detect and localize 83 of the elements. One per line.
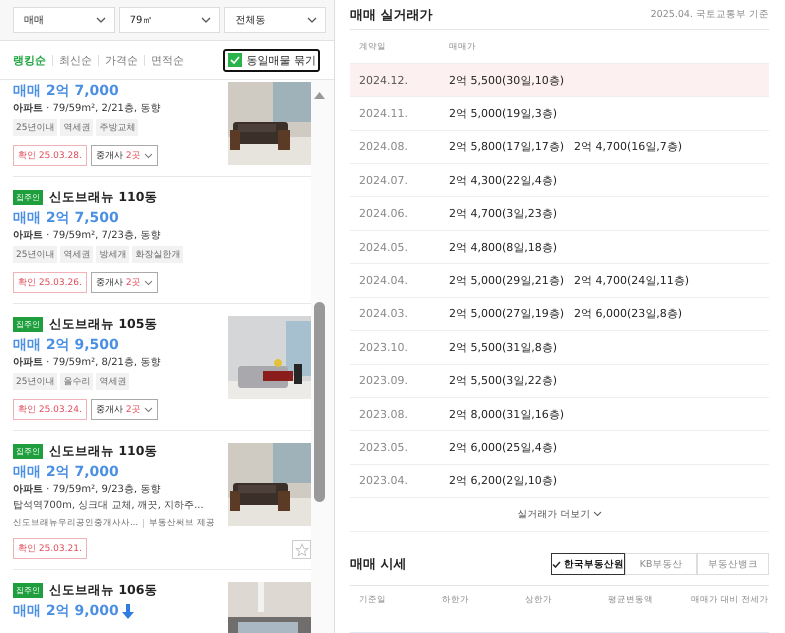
- feature-tag: 25년이내: [13, 246, 58, 263]
- source-tab[interactable]: KB부동산: [625, 553, 697, 576]
- trade-row[interactable]: 2024.11. 2억 5,000(19일,3층): [350, 96, 769, 130]
- trade-row[interactable]: 2024.06. 2억 4,700(3일,23층): [350, 196, 769, 230]
- chevron-down-icon: [592, 511, 602, 518]
- feature-tag: 방세개: [96, 246, 130, 263]
- source-tab[interactable]: 부동산뱅크: [697, 553, 769, 576]
- filter-dropdown[interactable]: 79㎡: [118, 7, 220, 33]
- confirm-date: 확인 25.03.21.: [13, 538, 87, 559]
- data-source-note: 2025.04. 국토교통부 기준: [650, 8, 769, 22]
- trade-row[interactable]: 2023.08. 2억 8,000(31일,16층): [350, 396, 769, 430]
- trade-row[interactable]: 2024.03. 2억 5,000(27일,19층) 2억 6,000(23일,8층): [350, 296, 769, 330]
- column-header: 매매가: [449, 40, 476, 53]
- feature-tag: 25년이내: [13, 119, 58, 136]
- trade-row[interactable]: 2024.08. 2억 5,800(17일,17층) 2억 4,700(16일,7층): [350, 130, 769, 164]
- owner-badge: 집주인: [13, 317, 43, 332]
- listing-title[interactable]: 신도브래뉴 106동: [49, 582, 158, 599]
- section-title: 매매 시세: [350, 556, 407, 574]
- listing-specs: 아파트 · 79/59m², 2/21층, 동향: [13, 102, 162, 115]
- broker-dropdown[interactable]: 중개사 2곳: [90, 145, 158, 166]
- chevron-down-icon: [144, 152, 153, 158]
- show-more-link[interactable]: 실거래가 더보기: [517, 508, 602, 521]
- listing-price: 매매 2억 9,000: [13, 602, 119, 621]
- trade-row[interactable]: 2024.07. 2억 4,300(22일,4층): [350, 163, 769, 196]
- trade-row[interactable]: 2024.05. 2억 4,800(8일,18층): [350, 230, 769, 264]
- listing-price: 매매 2억 7,500: [13, 209, 119, 228]
- confirm-date: 확인 25.03.28.: [13, 145, 87, 166]
- column-header: 기준일: [359, 594, 387, 607]
- feature-tag: 25년이내: [13, 373, 58, 390]
- trade-row[interactable]: 2023.10. 2억 5,500(31일,8층): [350, 330, 769, 364]
- owner-badge: 집주인: [13, 583, 43, 598]
- sort-tab[interactable]: 면적순: [151, 52, 184, 68]
- column-header: 매매가 대비 전세가: [691, 594, 769, 607]
- chevron-down-icon: [201, 17, 212, 23]
- arrow-down-icon: [122, 604, 134, 619]
- listing-specs: 아파트 · 79/59m², 7/23층, 동향: [13, 229, 162, 242]
- trade-row[interactable]: 2023.05. 2억 6,000(25일,4층): [350, 430, 769, 464]
- broker-dropdown[interactable]: 중개사 2곳: [90, 399, 158, 420]
- feature-tag: 화장실한개: [132, 246, 184, 263]
- chevron-down-icon: [144, 406, 153, 412]
- column-header: 상한가: [525, 594, 553, 607]
- chevron-down-icon: [307, 17, 318, 23]
- trade-row[interactable]: 2023.04. 2억 6,200(2일,10층): [350, 464, 769, 498]
- confirm-date: 확인 25.03.26.: [13, 272, 87, 293]
- chevron-down-icon: [96, 17, 106, 23]
- filter-dropdown[interactable]: 매매: [13, 7, 115, 33]
- column-header: 계약일: [358, 40, 387, 53]
- feature-tag: 역세권: [60, 119, 94, 136]
- owner-badge: 집주인: [13, 444, 43, 459]
- broker-dropdown[interactable]: 중개사 2곳: [90, 272, 158, 293]
- trade-row[interactable]: 2024.12. 2억 5,500(30일,10층): [350, 62, 769, 96]
- column-header: 평균변동액: [608, 594, 654, 607]
- filter-dropdown[interactable]: 전체동: [224, 7, 326, 33]
- confirm-date: 확인 25.03.24.: [13, 399, 87, 420]
- scrollbar-thumb[interactable]: [314, 302, 326, 502]
- listing-specs: 아파트 · 79/59m², 8/21층, 동향: [13, 356, 162, 369]
- listing-title[interactable]: 신도브래뉴 105동: [49, 316, 158, 333]
- feature-tag: 역세권: [60, 246, 94, 263]
- feature-tag: 올수리: [60, 373, 94, 390]
- section-title: 매매 실거래가: [350, 6, 433, 24]
- listing-title[interactable]: 신도브래뉴 110동: [49, 189, 158, 206]
- chevron-down-icon: [144, 280, 153, 286]
- trade-row[interactable]: 2023.09. 2억 5,500(3일,22층): [350, 364, 769, 397]
- listing-specs: 아파트 · 79/59m², 9/23층, 동향: [13, 483, 162, 496]
- provider-note: 부동산써브 제공: [149, 517, 215, 529]
- scroll-up-arrow-icon[interactable]: [314, 92, 326, 99]
- listing-description: 탑석역700m, 싱크대 교체, 깨끗, 지하주...: [13, 499, 205, 512]
- check-icon: [552, 560, 561, 568]
- column-header: 하한가: [442, 594, 470, 607]
- listing-title[interactable]: 신도브래뉴 110동: [49, 443, 158, 460]
- listing-price: 매매 2억 7,000: [13, 463, 119, 482]
- agency-name: 신도브래뉴우리공인중개사사...: [13, 517, 138, 529]
- checkbox[interactable]: [228, 53, 242, 67]
- source-tab[interactable]: 한국부동산원: [551, 553, 625, 576]
- owner-badge: 집주인: [13, 190, 43, 205]
- feature-tag: 역세권: [96, 373, 130, 390]
- sort-tab[interactable]: 최신순: [59, 52, 92, 68]
- listing-price: 매매 2억 9,500: [13, 336, 119, 355]
- sort-tab[interactable]: 가격순: [105, 52, 138, 68]
- group-same-toggle[interactable]: 동일매물 묶기: [222, 48, 320, 72]
- trade-row[interactable]: 2024.04. 2억 5,000(29일,21층) 2억 4,700(24일,11층): [350, 263, 769, 297]
- feature-tag: 주방교체: [96, 119, 138, 136]
- listing-price: 매매 2억 7,000: [13, 82, 119, 101]
